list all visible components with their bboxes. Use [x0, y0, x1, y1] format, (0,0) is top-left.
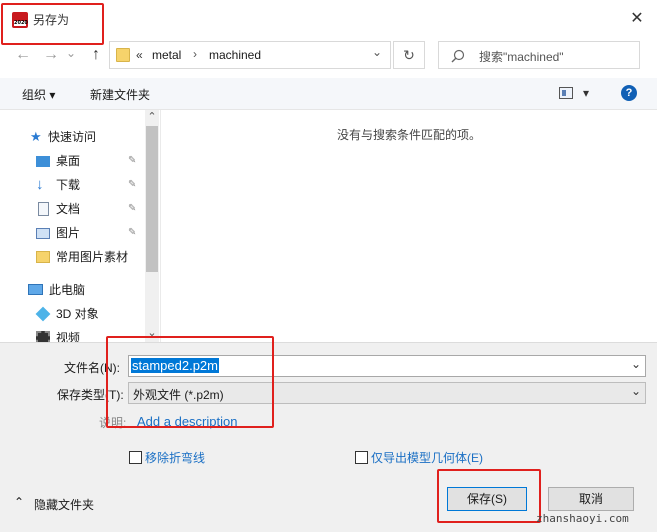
export-geometry-label[interactable]: 仅导出模型几何体(E)	[371, 449, 483, 466]
picture-icon	[36, 228, 50, 239]
hide-folders-toggle[interactable]: ⌃ 隐藏文件夹	[14, 494, 114, 512]
cube-icon	[35, 306, 51, 322]
sidebar-item-desktop[interactable]: 桌面 ✎	[0, 150, 140, 172]
video-icon	[36, 331, 50, 342]
filename-dropdown-icon[interactable]: ⌄	[631, 357, 641, 371]
sidebar-item-this-pc[interactable]: 此电脑	[0, 279, 140, 301]
export-geometry-checkbox[interactable]	[355, 451, 368, 464]
sidebar-label: 图片	[56, 226, 81, 240]
sidebar-label: 3D 对象	[56, 307, 99, 321]
view-dropdown-icon[interactable]: ▾	[583, 86, 589, 100]
search-icon	[451, 49, 465, 63]
highlight-filename	[106, 336, 274, 428]
empty-message: 没有与搜索条件匹配的项。	[337, 128, 482, 142]
sidebar-item-quick-access[interactable]: ★ 快速访问	[0, 126, 140, 148]
new-folder-button[interactable]: 新建文件夹	[90, 86, 150, 103]
close-icon[interactable]: ✕	[622, 6, 652, 32]
navigation-pane: ★ 快速访问 桌面 ✎ ↓ 下载 ✎ 文档 ✎ 图片 ✎ 常用图片素材 此电脑 …	[0, 110, 158, 342]
pin-icon: ✎	[128, 227, 137, 238]
sidebar-item-3d-objects[interactable]: 3D 对象	[0, 303, 140, 325]
view-icon[interactable]	[559, 87, 573, 99]
remove-bend-lines-label[interactable]: 移除折弯线	[145, 449, 205, 466]
highlight-title	[1, 3, 104, 45]
breadcrumb-overflow[interactable]: «	[136, 48, 143, 62]
breadcrumb-metal[interactable]: metal	[152, 48, 181, 62]
file-list[interactable]: 没有与搜索条件匹配的项。	[160, 110, 657, 342]
pin-icon: ✎	[128, 203, 137, 214]
sidebar-label: 此电脑	[49, 283, 86, 297]
highlight-save	[437, 469, 541, 523]
scroll-up-icon[interactable]: ⌃	[146, 110, 158, 124]
sidebar-label: 常用图片素材	[56, 250, 129, 264]
search-box[interactable]: 搜索"machined"	[438, 41, 640, 69]
remove-bend-lines-checkbox[interactable]	[129, 451, 142, 464]
folder-icon	[36, 251, 50, 263]
search-placeholder: 搜索"machined"	[479, 50, 564, 64]
back-button[interactable]: ←	[13, 45, 33, 65]
desktop-icon	[36, 156, 50, 167]
recent-locations-button[interactable]: ⌄	[64, 43, 78, 63]
up-button[interactable]: ↑	[86, 45, 106, 65]
document-icon	[38, 202, 49, 216]
hide-folders-label: 隐藏文件夹	[34, 498, 95, 512]
sidebar-item-documents[interactable]: 文档 ✎	[0, 198, 140, 220]
help-icon[interactable]: ?	[621, 85, 637, 101]
address-bar[interactable]: « metal › machined ⌄	[109, 41, 391, 69]
sidebar-label: 桌面	[56, 154, 81, 168]
forward-button[interactable]: →	[41, 45, 61, 65]
sidebar-item-common-pictures[interactable]: 常用图片素材	[0, 246, 140, 268]
chevron-up-icon: ⌃	[14, 495, 25, 509]
computer-icon	[28, 284, 43, 295]
sidebar-label: 快速访问	[48, 130, 97, 144]
refresh-button[interactable]: ↻	[393, 41, 425, 69]
star-icon: ★	[30, 129, 42, 144]
address-dropdown-icon[interactable]: ⌄	[372, 45, 382, 59]
filetype-dropdown-icon[interactable]: ⌄	[631, 384, 641, 398]
folder-icon	[116, 48, 130, 62]
sidebar-label: 视频	[56, 331, 81, 342]
cancel-button[interactable]: 取消	[548, 487, 634, 511]
breadcrumb-machined[interactable]: machined	[209, 48, 261, 62]
pin-icon: ✎	[128, 155, 137, 166]
organize-button[interactable]: 组织 ▾	[22, 86, 55, 103]
watermark: zhanshaoyi.com	[536, 512, 629, 525]
sidebar-item-pictures[interactable]: 图片 ✎	[0, 222, 140, 244]
pin-icon: ✎	[128, 179, 137, 190]
toolbar: 组织 ▾ 新建文件夹 ▾ ?	[0, 78, 657, 110]
download-icon: ↓	[36, 176, 44, 193]
sidebar-label: 下载	[56, 178, 81, 192]
sidebar-scroll-thumb[interactable]	[146, 126, 158, 272]
sidebar-item-downloads[interactable]: ↓ 下载 ✎	[0, 174, 140, 196]
sidebar-label: 文档	[56, 202, 81, 216]
breadcrumb-separator: ›	[193, 47, 197, 61]
